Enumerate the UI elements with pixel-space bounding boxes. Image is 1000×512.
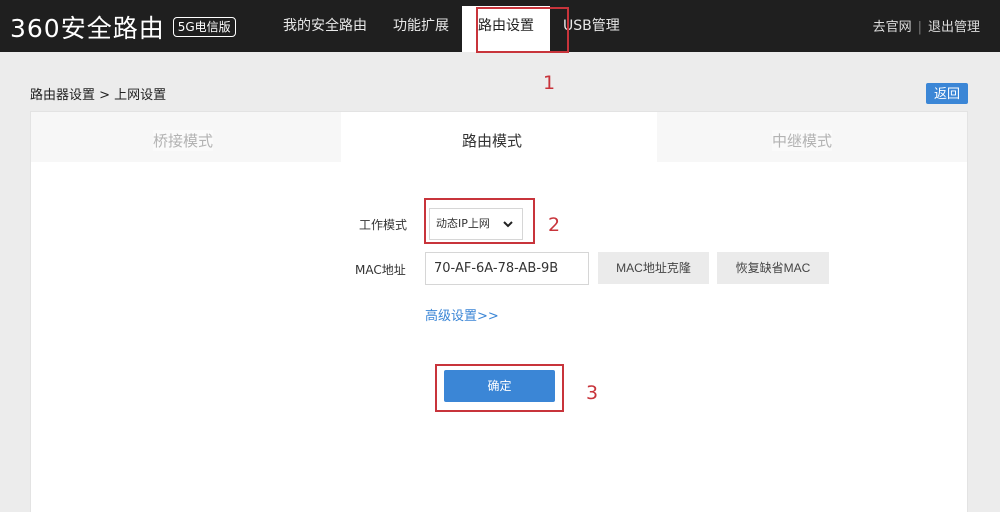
main-nav: 我的安全路由 功能扩展 路由设置 USB管理: [270, 0, 633, 52]
mac-clone-button[interactable]: MAC地址克隆: [598, 252, 709, 284]
brand-logo: 360安全路由 5G电信版: [10, 12, 236, 43]
annotation-number-3: 3: [586, 382, 599, 404]
annotation-number-1: 1: [543, 72, 556, 94]
tab-repeater-mode[interactable]: 中继模式: [772, 130, 833, 151]
settings-panel: 桥接模式 路由模式 中继模式 工作模式 动态IP上网 MAC地址 70-AF-6…: [30, 111, 968, 512]
nav-my-router[interactable]: 我的安全路由: [270, 0, 380, 52]
annotation-box-2: [424, 198, 535, 244]
nav-extensions[interactable]: 功能扩展: [380, 0, 462, 52]
logout-link[interactable]: 退出管理: [928, 0, 980, 52]
annotation-number-2: 2: [548, 214, 561, 236]
work-mode-label: 工作模式: [359, 218, 408, 232]
annotation-box-3: [435, 364, 564, 412]
logo-text: 360安全路由: [10, 14, 165, 43]
mac-restore-button[interactable]: 恢复缺省MAC: [717, 252, 829, 284]
annotation-box-1: [476, 7, 569, 53]
breadcrumb: 路由器设置 > 上网设置: [30, 88, 167, 103]
mac-address-label: MAC地址: [355, 263, 406, 277]
link-separator: |: [917, 20, 922, 35]
mac-address-input[interactable]: 70-AF-6A-78-AB-9B: [425, 252, 589, 285]
tab-router-mode[interactable]: 路由模式: [462, 130, 522, 151]
header-links: 去官网 | 退出管理: [873, 0, 980, 52]
edition-badge: 5G电信版: [172, 17, 236, 37]
tab-bridge-mode[interactable]: 桥接模式: [153, 130, 214, 151]
advanced-settings-link[interactable]: 高级设置>>: [425, 305, 499, 324]
mode-tabs: 桥接模式 路由模式 中继模式: [31, 112, 967, 164]
back-button[interactable]: 返回: [926, 83, 968, 104]
official-site-link[interactable]: 去官网: [873, 0, 912, 52]
